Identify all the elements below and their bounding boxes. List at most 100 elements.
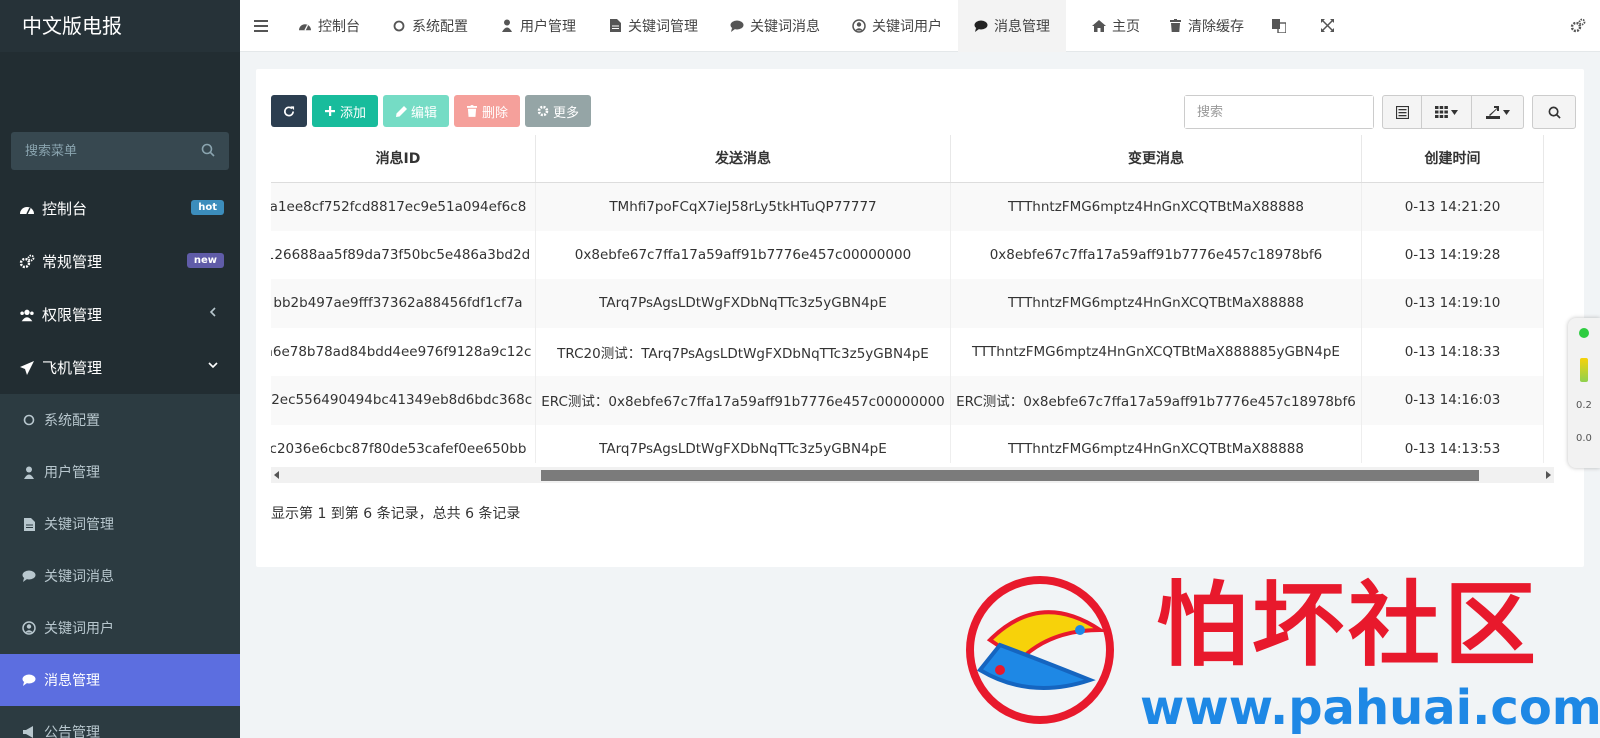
sidebar-subitem-label: 系统配置 [44,413,100,429]
sidebar: 中文版电报 控制台 hot 常规管理 new 权限管理 飞机管理 系统配置 [0,0,240,738]
table-container: 消息ID 发送消息 变更消息 创建时间 a1ee8cf752fcd8817ec9… [271,135,1554,463]
table-row[interactable]: c2036e6cbc87f80de53cafef0ee650bb TArq7Ps… [271,424,1544,463]
fullscreen-button[interactable] [1306,0,1354,52]
tab-label: 用户管理 [520,18,576,35]
columns-button[interactable] [1422,95,1472,129]
tab-label: 消息管理 [994,18,1050,35]
menu-search-input[interactable] [11,132,229,170]
menu-icon[interactable] [254,19,268,32]
tab-message-management[interactable]: 消息管理 [958,0,1066,52]
sidebar-subitem-keyword-users[interactable]: 关键词用户 [0,602,240,654]
translate-button[interactable] [1258,0,1306,52]
clear-cache-button[interactable]: 清除缓存 [1154,0,1258,52]
refresh-icon [283,105,295,117]
tab-keyword-management[interactable]: 关键词管理 [592,0,714,52]
sidebar-item-general[interactable]: 常规管理 new [0,235,240,288]
export-button[interactable] [1472,95,1524,129]
edit-button[interactable]: 编辑 [383,95,450,127]
column-header-id[interactable]: 消息ID [271,135,536,183]
more-button[interactable]: 更多 [525,95,592,127]
cell-time: 0-13 14:13:53 [1361,424,1544,463]
delete-button[interactable]: 删除 [454,95,521,127]
cell-send: 0x8ebfe67c7ffa17a59aff91b7776e457c000000… [535,230,951,279]
scroll-left-icon[interactable] [274,471,279,479]
tab-dashboard[interactable]: 控制台 [282,0,376,52]
user-icon [22,465,36,479]
gear-icon [537,105,549,117]
app-brand[interactable]: 中文版电报 [0,0,240,52]
home-link[interactable]: 主页 [1078,0,1154,52]
tab-keyword-messages[interactable]: 关键词消息 [714,0,836,52]
sidebar-menu: 控制台 hot 常规管理 new 权限管理 飞机管理 系统配置 用户管理 关键词… [0,182,240,738]
network-speed-widget[interactable]: 0.2 0.0 [1568,318,1600,468]
tab-system-config[interactable]: 系统配置 [376,0,484,52]
toggle-view-button[interactable] [1382,95,1422,129]
sidebar-subitem-system-config[interactable]: 系统配置 [0,394,240,446]
circle-icon [22,413,36,427]
cogs-icon[interactable] [1570,18,1586,34]
table-view-buttons [1382,95,1576,129]
more-label: 更多 [553,105,580,121]
comment-icon [730,19,744,33]
sidebar-subitem-message-management[interactable]: 消息管理 [0,654,240,706]
sidebar-item-label: 常规管理 [42,253,103,271]
sidebar-item-plane[interactable]: 飞机管理 [0,341,240,394]
menu-search [11,132,229,170]
delete-label: 删除 [482,105,509,121]
new-badge: new [186,253,224,268]
column-header-change[interactable]: 变更消息 [950,135,1363,183]
cell-id: bb2b497ae9fff37362a88456fdf1cf7a [271,279,536,328]
cell-change: TTThntzFMG6mptz4HnGnXCQTBtMaX888885yGBN4… [950,327,1363,376]
table-row[interactable]: a1ee8cf752fcd8817ec9e51a094ef6c8 TMhfi7p… [271,182,1544,231]
sidebar-subitem-keyword-messages[interactable]: 关键词消息 [0,550,240,602]
cell-id: c2ec556490494bc41349eb8d6bdc368c [271,376,536,425]
chevron-left-icon[interactable] [208,307,218,317]
chevron-down-icon[interactable] [208,360,218,370]
sidebar-subitem-user-management[interactable]: 用户管理 [0,446,240,498]
scroll-right-icon[interactable] [1546,471,1551,479]
sidebar-toggle[interactable] [240,19,282,32]
caret-down-icon [1502,109,1510,115]
add-button[interactable]: 添加 [312,95,379,127]
tab-label: 关键词管理 [628,18,698,35]
upload-speed: 0.2 [1576,400,1592,411]
edit-label: 编辑 [411,105,438,121]
horizontal-scrollbar[interactable] [271,467,1554,483]
sidebar-item-permissions[interactable]: 权限管理 [0,288,240,341]
sidebar-subitem-announcements[interactable]: 公告管理 [0,706,240,738]
user-circle-icon [22,621,36,635]
file-icon [608,19,622,33]
cell-send: TArq7PsAgsLDtWgFXDbNqTTc3z5yGBN4pE [535,424,951,463]
refresh-button[interactable] [271,95,307,127]
table-row[interactable]: 126688aa5f89da73f50bc5e486a3bd2d 0x8ebfe… [271,230,1544,279]
users-icon [19,307,35,323]
table-toolbar: 添加 编辑 删除 更多 [271,95,596,127]
home-label: 主页 [1112,18,1140,35]
column-header-time[interactable]: 创建时间 [1361,135,1544,183]
table-row[interactable]: bb2b497ae9fff37362a88456fdf1cf7a TArq7Ps… [271,279,1544,328]
scroll-thumb[interactable] [541,470,1479,481]
fish-logo-icon [966,576,1114,724]
search-icon[interactable] [201,143,215,157]
trash-icon [1168,19,1182,33]
bullhorn-icon [22,725,36,738]
grid-icon [1435,106,1448,118]
sidebar-subitem-label: 公告管理 [44,725,100,738]
tab-user-management[interactable]: 用户管理 [484,0,592,52]
file-icon [22,517,36,531]
cell-change: TTThntzFMG6mptz4HnGnXCQTBtMaX88888 [950,182,1363,231]
sidebar-subitem-keyword-management[interactable]: 关键词管理 [0,498,240,550]
hot-badge: hot [191,200,224,215]
comment-icon [974,19,988,33]
messages-table: 消息ID 发送消息 变更消息 创建时间 a1ee8cf752fcd8817ec9… [271,135,1544,463]
table-search-input[interactable] [1185,96,1373,128]
table-row[interactable]: c2ec556490494bc41349eb8d6bdc368c ERC测试：0… [271,376,1544,425]
tab-keyword-users[interactable]: 关键词用户 [836,0,958,52]
column-header-send[interactable]: 发送消息 [535,135,951,183]
tab-label: 关键词消息 [750,18,820,35]
sidebar-item-dashboard[interactable]: 控制台 hot [0,182,240,235]
table-row[interactable]: a6e78b78ad84bdd4ee976f9128a9c12c TRC20测试… [271,327,1544,376]
cell-change: TTThntzFMG6mptz4HnGnXCQTBtMaX88888 [950,279,1363,328]
advanced-search-button[interactable] [1532,95,1576,129]
signal-bar-icon [1580,358,1588,382]
